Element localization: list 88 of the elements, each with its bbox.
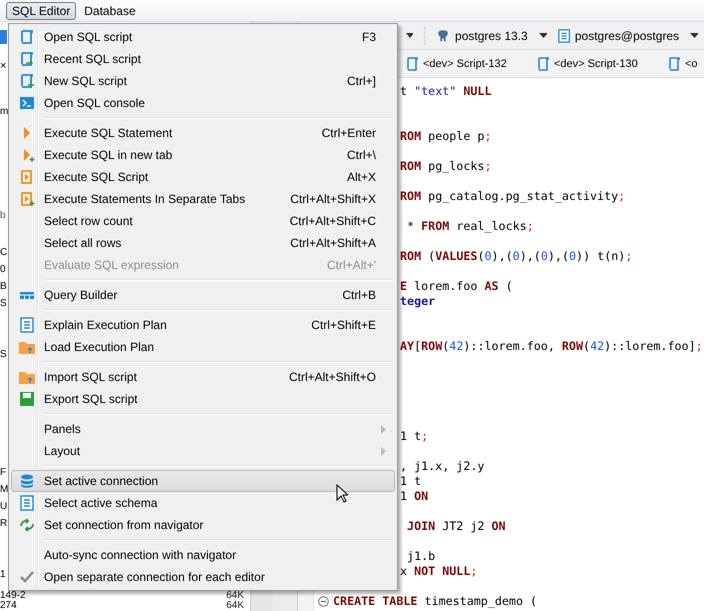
menu-item[interactable]: Select row count Ctrl+Alt+Shift+C — [11, 210, 395, 232]
code-line: ROM people p; — [400, 129, 492, 144]
document-icon — [558, 28, 570, 44]
code-line: t "text" NULL — [400, 84, 492, 99]
code-line: j1.b — [406, 549, 436, 564]
tree-item[interactable]: 149-2 — [0, 591, 26, 601]
sync-icon — [19, 517, 35, 533]
script-icon — [668, 56, 680, 72]
code-line: CREATE TABLE timestamp_demo ( — [333, 594, 538, 609]
tree-item[interactable]: C — [0, 247, 8, 258]
code-line: 1 t; — [400, 429, 428, 444]
tree-item[interactable]: B — [0, 281, 7, 292]
dropdown-arrow-icon[interactable] — [690, 33, 698, 38]
menu-item[interactable]: Recent SQL script — [11, 48, 395, 70]
menu-item[interactable]: Select all rows Ctrl+Alt+Shift+A — [11, 232, 395, 254]
datasource-selector[interactable]: postgres 13.3 — [455, 28, 528, 42]
editor-tab[interactable]: <dev> Script-132 — [404, 52, 535, 74]
code-line: ROM (VALUES(0),(0),(0),(0)) t(n); — [400, 249, 632, 264]
code-line: E lorem.foo AS ( — [400, 279, 513, 294]
script-play-icon — [19, 169, 35, 185]
tree-item[interactable]: S — [0, 298, 7, 309]
column-header: b — [0, 210, 6, 221]
tree-item[interactable]: 1 — [0, 569, 6, 580]
menu-bar-item[interactable]: SQL Editor — [6, 2, 76, 20]
editor-tab[interactable]: <o — [666, 52, 698, 74]
menu-item[interactable]: Query Builder Ctrl+B — [11, 284, 395, 306]
mouse-pointer-icon — [336, 484, 348, 503]
close-icon[interactable]: × — [0, 60, 6, 72]
submenu-arrow-icon — [381, 424, 386, 434]
tree-item[interactable]: 0 — [0, 264, 6, 275]
dropdown-arrow-icon[interactable] — [538, 33, 547, 38]
code-line: ROM pg_catalog.pg_stat_activity; — [400, 189, 626, 204]
menu-item[interactable]: New SQL script Ctrl+] — [11, 70, 395, 92]
console-icon — [19, 95, 35, 111]
elephant-icon — [436, 28, 450, 44]
code-line: , j1.x, j2.y — [400, 459, 484, 474]
tree-item[interactable]: S — [0, 349, 7, 360]
menu-bar-item[interactable]: Database — [78, 2, 142, 20]
menu-item[interactable]: Execute SQL in new tab Ctrl+\ — [11, 144, 395, 166]
menu-item[interactable]: Execute SQL Script Alt+X — [11, 166, 395, 188]
collapse-icon[interactable] — [318, 596, 329, 607]
code-line: JOIN JT2 j2 ON — [406, 519, 506, 534]
menu-item[interactable]: Import SQL script Ctrl+Alt+Shift+O — [11, 366, 395, 388]
folder-icon — [19, 339, 35, 355]
code-line: AY[ROW(42)::lorem.foo, ROW(42)::lorem.foo]; — [400, 339, 703, 354]
menu-item[interactable]: Set active connection — [11, 470, 395, 492]
menu-item[interactable]: Open separate connection for each editor — [11, 566, 395, 588]
script-plus-icon — [19, 73, 35, 89]
filter-field[interactable]: m — [0, 106, 8, 117]
script-icon — [537, 56, 549, 72]
code-line: 1 t — [400, 474, 422, 489]
dropdown-arrow-icon[interactable] — [406, 33, 413, 38]
script-icon — [19, 29, 35, 45]
menu-item[interactable]: Export SQL script — [11, 388, 395, 410]
editor-tab[interactable]: <dev> Script-130 — [535, 52, 666, 74]
code-line: * FROM real_locks; — [406, 219, 534, 234]
code-line: ROM pg_locks; — [400, 159, 492, 174]
menu-item[interactable]: Select active schema — [11, 492, 395, 514]
tree-item[interactable]: M — [0, 484, 8, 495]
size-label: 64K — [226, 601, 244, 611]
database-icon — [19, 473, 35, 489]
menu-item[interactable]: Load Execution Plan — [11, 336, 395, 358]
folder-icon — [19, 369, 35, 385]
menu-item[interactable]: Execute Statements In Separate Tabs Ctrl+Alt+Shift+X — [11, 188, 395, 210]
schema-selector[interactable]: postgres@postgres — [574, 28, 680, 42]
submenu-arrow-icon — [381, 446, 386, 456]
save-icon — [19, 391, 35, 407]
menu-item[interactable]: Open SQL console — [11, 92, 395, 114]
menu-item[interactable]: Layout — [11, 440, 395, 462]
code-line: x NOT NULL; — [400, 564, 478, 579]
menu-item[interactable]: Open SQL script F3 — [11, 26, 395, 48]
document-icon — [19, 495, 35, 511]
tree-item[interactable]: R — [0, 518, 8, 529]
menu-item[interactable]: Set connection from navigator — [11, 514, 395, 536]
document-icon — [19, 317, 35, 333]
size-label: 64K — [226, 591, 244, 601]
script-icon — [406, 56, 418, 72]
menu-item[interactable]: Panels — [11, 418, 395, 440]
script-arrow-icon — [19, 51, 35, 67]
tree-item[interactable]: F — [0, 467, 6, 478]
code-line: 1 ON — [400, 489, 428, 504]
code-line: teger — [400, 294, 436, 309]
menu-item[interactable]: Auto-sync connection with navigator — [11, 544, 395, 566]
menu-item[interactable]: Explain Execution Plan Ctrl+Shift+E — [11, 314, 395, 336]
tree-item[interactable]: 274 — [0, 601, 17, 611]
script-play-plus-icon — [19, 191, 35, 207]
menu-item[interactable]: Execute SQL Statement Ctrl+Enter — [11, 122, 395, 144]
tree-item[interactable]: U — [0, 501, 8, 512]
